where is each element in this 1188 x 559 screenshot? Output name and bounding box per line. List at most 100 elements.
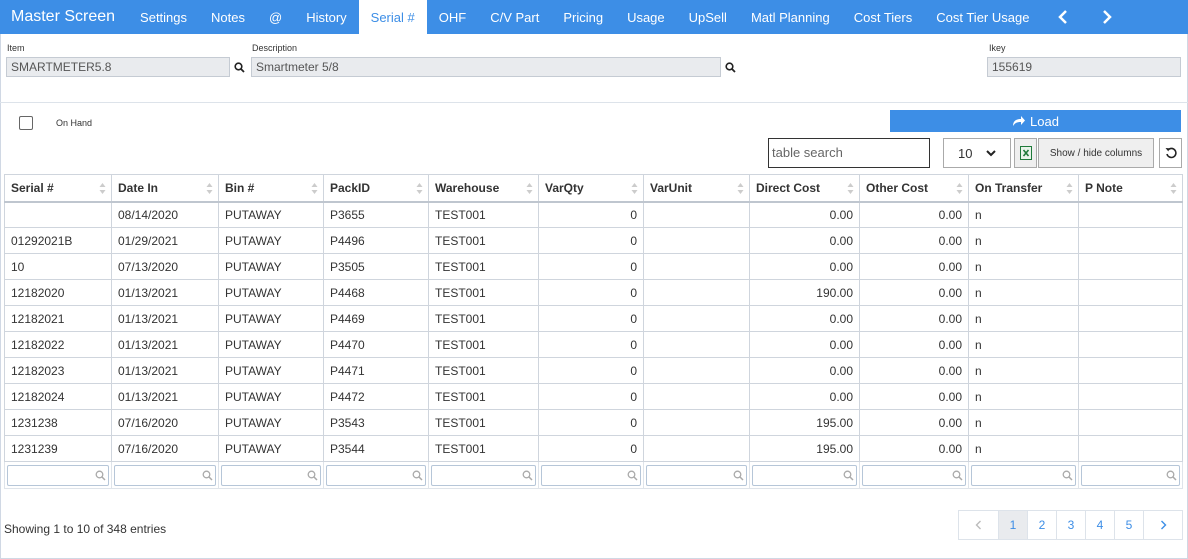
table-cell: 0.00 [859,305,969,332]
table-cell [1078,435,1183,462]
table-cell: n [968,279,1079,306]
next-page-button[interactable] [1143,511,1182,539]
column-header[interactable]: On Transfer [968,174,1079,203]
table-cell: PUTAWAY [218,383,324,410]
column-filter-input[interactable] [114,464,216,486]
column-filter-input[interactable] [752,464,857,486]
tab-history[interactable]: History [294,0,358,34]
tab-serial[interactable]: Serial # [358,0,427,34]
column-header[interactable]: P Note [1078,174,1183,203]
on-hand-checkbox[interactable] [19,116,33,130]
page-4-button[interactable]: 4 [1085,511,1114,539]
column-header[interactable]: PackID [323,174,429,203]
prev-page-button[interactable] [959,511,998,539]
table-cell: 01/29/2021 [111,227,219,254]
table-row[interactable]: 12182021 01/13/2021 PUTAWAY P4469 TEST001 0 0.… [4,305,1183,332]
column-header[interactable]: Bin # [218,174,324,203]
column-header[interactable]: VarUnit [643,174,750,203]
column-filter-input[interactable] [1081,464,1180,486]
export-excel-button[interactable] [1014,138,1037,168]
ikey-field[interactable]: 155619 [987,57,1181,77]
column-filter-input[interactable] [541,464,641,486]
entries-info: Showing 1 to 10 of 348 entries [4,522,167,536]
tab-usage[interactable]: Usage [615,0,677,34]
table-row[interactable]: 1231239 07/16/2020 PUTAWAY P3544 TEST001 0 195… [4,435,1183,462]
table-cell: 0.00 [859,253,969,280]
column-filter-cell [218,461,324,489]
item-search-button[interactable] [231,57,247,77]
column-header[interactable]: Other Cost [859,174,969,203]
table-cell: PUTAWAY [218,227,324,254]
table-row[interactable]: 12182023 01/13/2021 PUTAWAY P4471 TEST001 0 0.… [4,357,1183,384]
column-filter-input[interactable] [7,464,109,486]
page-2-button[interactable]: 2 [1027,511,1056,539]
table-row[interactable]: 1231238 07/16/2020 PUTAWAY P3543 TEST001 0 195… [4,409,1183,436]
column-header-label: Other Cost [866,180,929,195]
tab-pricing[interactable]: Pricing [551,0,615,34]
tab-cost-tiers[interactable]: Cost Tiers [842,0,925,34]
table-row[interactable]: 01292021B 01/29/2021 PUTAWAY P4496 TEST001 0 0… [4,227,1183,254]
column-header-label: PackID [330,180,371,195]
column-header[interactable]: Direct Cost [749,174,860,203]
description-field[interactable]: Smartmeter 5/8 [251,57,721,77]
column-filter-input[interactable] [326,464,426,486]
column-filter-input[interactable] [971,464,1076,486]
tab-settings[interactable]: Settings [128,0,199,34]
page-1-button[interactable]: 1 [998,511,1027,539]
tab-matl-planning[interactable]: Matl Planning [739,0,842,34]
refresh-button[interactable] [1159,138,1182,168]
nav-next-button[interactable] [1085,0,1129,34]
tab-ohf[interactable]: OHF [427,0,478,34]
search-icon [843,470,854,481]
table-cell: 0.00 [749,253,860,280]
column-header[interactable]: Date In [111,174,219,203]
nav-prev-button[interactable] [1041,0,1085,34]
load-button[interactable]: Load [890,110,1181,132]
table-cell: P4496 [323,227,429,254]
column-header[interactable]: Warehouse [428,174,539,203]
page-5-button[interactable]: 5 [1114,511,1143,539]
table-row[interactable]: 12182022 01/13/2021 PUTAWAY P4470 TEST001 0 0.… [4,331,1183,358]
tab-mentions[interactable]: @ [257,0,294,34]
table-row[interactable]: 12182020 01/13/2021 PUTAWAY P4468 TEST001 0 19… [4,279,1183,306]
column-filter-input[interactable] [646,464,747,486]
table-cell: P3544 [323,435,429,462]
show-hide-columns-button[interactable]: Show / hide columns [1038,138,1154,168]
table-cell: P4469 [323,305,429,332]
search-icon [627,470,638,481]
table-cell: 0.00 [749,227,860,254]
item-field[interactable]: SMARTMETER5.8 [6,57,230,77]
table-row[interactable]: 08/14/2020 PUTAWAY P3655 TEST001 0 0.00 0.00 n [4,201,1183,228]
table-cell: 0.00 [859,435,969,462]
table-row[interactable]: 12182024 01/13/2021 PUTAWAY P4472 TEST001 0 0.… [4,383,1183,410]
column-filter-input[interactable] [431,464,536,486]
description-search-button[interactable] [722,57,738,77]
column-filter-input[interactable] [862,464,966,486]
search-icon [724,61,736,73]
table-cell: P4472 [323,383,429,410]
table-cell: 01/13/2021 [111,331,219,358]
page-3-button[interactable]: 3 [1056,511,1085,539]
top-nav: Master Screen Settings Notes @ History S… [0,0,1188,34]
column-header-label: On Transfer [975,180,1043,195]
column-filter-input[interactable] [221,464,321,486]
table-cell: 0.00 [749,331,860,358]
table-cell: 12182020 [4,279,112,306]
table-cell: 12182021 [4,305,112,332]
table-cell: TEST001 [428,305,539,332]
page-size-select[interactable]: 10 [943,138,1011,168]
column-header[interactable]: VarQty [538,174,644,203]
tab-cost-tier-usage[interactable]: Cost Tier Usage [924,0,1041,34]
table-cell: 12182024 [4,383,112,410]
tab-notes[interactable]: Notes [199,0,257,34]
table-cell: 07/13/2020 [111,253,219,280]
table-cell: P4468 [323,279,429,306]
column-header[interactable]: Serial # [4,174,112,203]
column-header-label: VarQty [545,180,584,195]
table-search-input[interactable]: table search [768,138,930,168]
table-cell: 01/13/2021 [111,357,219,384]
tab-cv-part[interactable]: C/V Part [478,0,551,34]
tab-upsell[interactable]: UpSell [677,0,739,34]
table-cell: P4471 [323,357,429,384]
table-row[interactable]: 10 07/13/2020 PUTAWAY P3505 TEST001 0 0.00 0.00… [4,253,1183,280]
